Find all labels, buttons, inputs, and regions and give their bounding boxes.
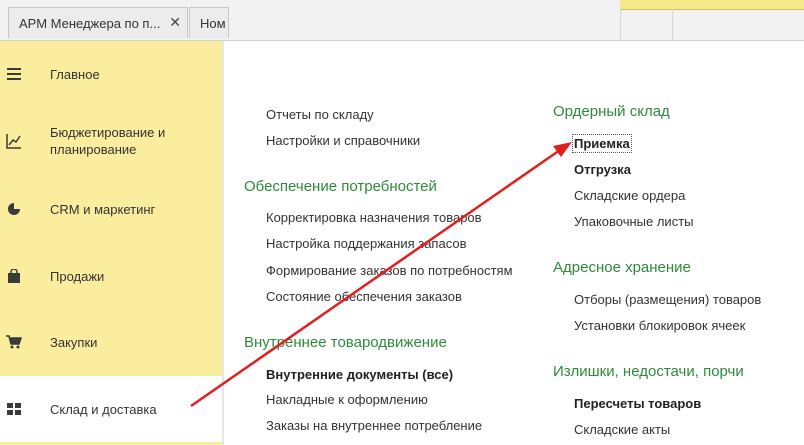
arrow-head [553,142,572,157]
arrow-line [190,148,561,408]
annotation-arrow [190,142,572,408]
